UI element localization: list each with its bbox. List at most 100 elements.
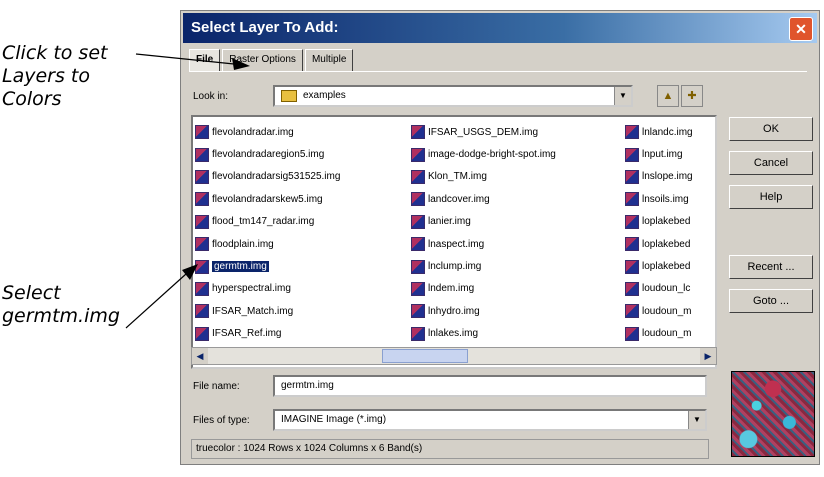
new-folder-icon[interactable]: ✚ (681, 85, 703, 107)
select-layer-dialog: Select Layer To Add: ✕ File Raster Optio… (180, 10, 820, 465)
dialog-titlebar: Select Layer To Add: ✕ (183, 13, 817, 43)
file-column-1: flevolandradar.img flevolandradaregion5.… (195, 121, 340, 345)
tab-raster-options[interactable]: Raster Options (222, 49, 303, 71)
file-item[interactable]: lnhydro.img (411, 300, 556, 322)
file-item[interactable]: lnaspect.img (411, 233, 556, 255)
image-file-icon (195, 281, 209, 296)
file-item[interactable]: IFSAR_Match.img (195, 300, 340, 322)
image-file-icon (625, 281, 639, 296)
file-item[interactable]: lnlandc.img (625, 121, 693, 143)
file-item-selected[interactable]: germtm.img (195, 255, 340, 277)
chevron-down-icon[interactable]: ▼ (614, 87, 631, 105)
image-file-icon (625, 237, 639, 252)
image-file-icon (195, 259, 209, 274)
scroll-right-icon[interactable]: ▶ (700, 348, 716, 364)
image-file-icon (195, 304, 209, 319)
file-item[interactable]: lnclump.img (411, 255, 556, 277)
image-file-icon (195, 237, 209, 252)
file-item[interactable]: lnsoils.img (625, 188, 693, 210)
image-file-icon (411, 192, 425, 207)
files-of-type-value: IMAGINE Image (*.img) (281, 414, 387, 425)
close-icon[interactable]: ✕ (789, 17, 813, 41)
image-file-icon (195, 192, 209, 207)
image-file-icon (195, 214, 209, 229)
tab-strip: File Raster Options Multiple (189, 49, 355, 71)
file-item[interactable]: loplakebed (625, 211, 693, 233)
image-file-icon (195, 147, 209, 162)
files-of-type-label: Files of type: (193, 415, 250, 426)
image-file-icon (411, 147, 425, 162)
file-item[interactable]: loudoun_m (625, 323, 693, 345)
file-item[interactable]: lnlakes.img (411, 323, 556, 345)
file-item[interactable]: loplakebed (625, 255, 693, 277)
file-item[interactable]: flevolandradarsig531525.img (195, 166, 340, 188)
file-item[interactable]: loplakebed (625, 233, 693, 255)
look-in-label: Look in: (193, 91, 229, 102)
tab-multiple[interactable]: Multiple (304, 49, 354, 71)
image-file-icon (625, 304, 639, 319)
file-item[interactable]: IFSAR_Ref.img (195, 323, 340, 345)
up-folder-icon[interactable]: ▲ (657, 85, 679, 107)
image-file-icon (625, 169, 639, 184)
goto-button[interactable]: Goto ... (729, 289, 813, 313)
file-item[interactable]: flevolandradaregion5.img (195, 143, 340, 165)
file-item[interactable]: Klon_TM.img (411, 166, 556, 188)
image-file-icon (625, 214, 639, 229)
image-file-icon (625, 192, 639, 207)
image-file-icon (411, 281, 425, 296)
file-item[interactable]: landcover.img (411, 188, 556, 210)
file-name-label: File name: (193, 381, 240, 392)
chevron-down-icon[interactable]: ▼ (688, 411, 705, 429)
callout-set-layers: Click to set Layers to Colors (2, 42, 108, 110)
scroll-left-icon[interactable]: ◀ (192, 348, 208, 364)
file-column-3: lnlandc.img lnput.img lnslope.img lnsoil… (625, 121, 693, 345)
file-list[interactable]: flevolandradar.img flevolandradaregion5.… (191, 115, 717, 369)
file-name-input[interactable]: germtm.img (273, 375, 707, 397)
image-file-icon (195, 125, 209, 140)
look-in-value: examples (303, 90, 346, 101)
help-button[interactable]: Help (729, 185, 813, 209)
file-item[interactable]: floodplain.img (195, 233, 340, 255)
file-item[interactable]: loudoun_lc (625, 278, 693, 300)
callout-select-file: Select germtm.img (2, 282, 120, 327)
file-item[interactable]: flevolandradar.img (195, 121, 340, 143)
file-item[interactable]: lnslope.img (625, 166, 693, 188)
file-item[interactable]: image-dodge-bright-spot.img (411, 143, 556, 165)
folder-icon (281, 90, 297, 102)
file-item[interactable]: lnput.img (625, 143, 693, 165)
file-item[interactable]: lndem.img (411, 278, 556, 300)
dialog-title: Select Layer To Add: (191, 19, 339, 36)
image-file-icon (411, 237, 425, 252)
scroll-thumb[interactable] (382, 349, 468, 363)
file-item[interactable]: flevolandradarskew5.img (195, 188, 340, 210)
status-bar: truecolor : 1024 Rows x 1024 Columns x 6… (191, 439, 709, 459)
horizontal-scrollbar[interactable]: ◀ ▶ (191, 347, 717, 365)
image-file-icon (411, 304, 425, 319)
file-column-2: IFSAR_USGS_DEM.img image-dodge-bright-sp… (411, 121, 556, 345)
image-file-icon (411, 125, 425, 140)
image-file-icon (625, 259, 639, 274)
image-file-icon (625, 326, 639, 341)
cancel-button[interactable]: Cancel (729, 151, 813, 175)
file-item[interactable]: IFSAR_USGS_DEM.img (411, 121, 556, 143)
image-file-icon (411, 259, 425, 274)
image-file-icon (625, 125, 639, 140)
image-file-icon (195, 326, 209, 341)
files-of-type-dropdown[interactable]: IMAGINE Image (*.img) ▼ (273, 409, 707, 431)
image-preview-thumbnail (731, 371, 815, 457)
tab-divider (189, 71, 807, 72)
look-in-dropdown[interactable]: examples ▼ (273, 85, 633, 107)
image-file-icon (625, 147, 639, 162)
file-item[interactable]: hyperspectral.img (195, 278, 340, 300)
image-file-icon (195, 169, 209, 184)
file-item[interactable]: loudoun_m (625, 300, 693, 322)
tab-file[interactable]: File (189, 49, 221, 71)
file-item[interactable]: flood_tm147_radar.img (195, 211, 340, 233)
arrow-to-germtm-file (125, 273, 187, 329)
image-file-icon (411, 214, 425, 229)
file-item[interactable]: lanier.img (411, 211, 556, 233)
recent-button[interactable]: Recent ... (729, 255, 813, 279)
image-file-icon (411, 326, 425, 341)
ok-button[interactable]: OK (729, 117, 813, 141)
image-file-icon (411, 169, 425, 184)
